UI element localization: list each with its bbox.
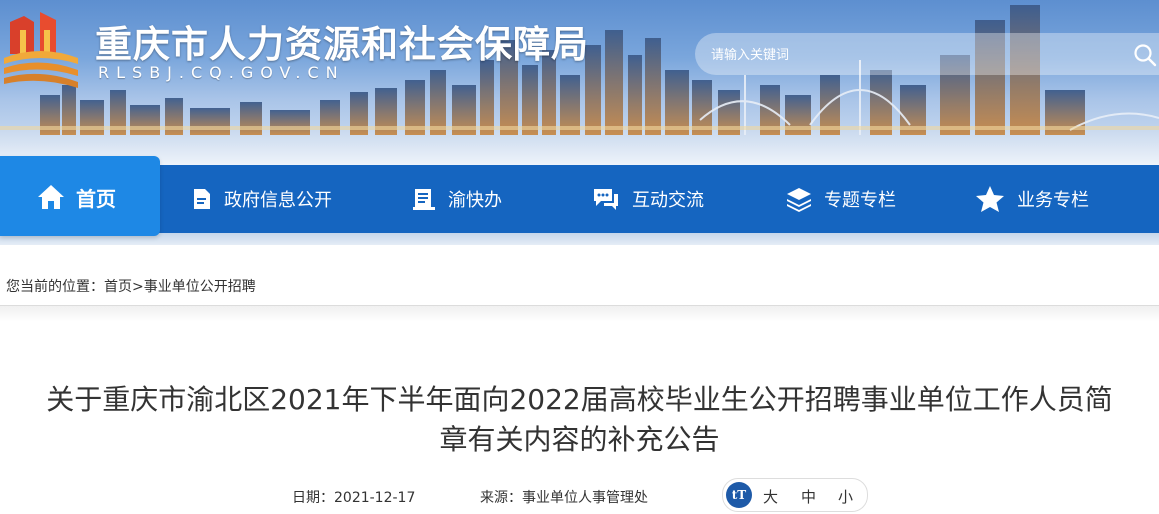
clipboard-icon xyxy=(413,189,435,210)
home-icon xyxy=(38,185,64,209)
site-domain: RLSBJ.CQ.GOV.CN xyxy=(98,63,345,82)
search-box xyxy=(695,33,1159,77)
font-size-small-button[interactable]: 小 xyxy=(838,486,853,507)
nav-bottom-strip xyxy=(0,233,1159,245)
breadcrumb: 您当前的位置：首页>事业单位公开招聘 xyxy=(6,276,256,296)
nav-label-special-topics: 专题专栏 xyxy=(824,190,896,211)
document-icon xyxy=(194,189,210,209)
article-source: 来源：事业单位人事管理处 xyxy=(480,490,648,506)
nav-item-business[interactable]: 业务专栏 xyxy=(975,165,1089,233)
nav-label-home: 首页 xyxy=(76,186,116,211)
font-size-control: tT 大 中 小 xyxy=(722,478,868,512)
star-icon xyxy=(976,186,1004,212)
nav-label-interaction: 互动交流 xyxy=(632,190,704,211)
nav-item-interaction[interactable]: 互动交流 xyxy=(592,165,704,233)
nav-label-gov-info: 政府信息公开 xyxy=(224,190,332,211)
search-input[interactable] xyxy=(709,33,1113,77)
site-title[interactable]: 重庆市人力资源和社会保障局 xyxy=(95,14,589,68)
nav-item-yukuaiban[interactable]: 渝快办 xyxy=(412,165,502,233)
article-date: 日期：2021-12-17 xyxy=(292,490,416,506)
nav-item-special-topics[interactable]: 专题专栏 xyxy=(786,165,896,233)
breadcrumb-current-link[interactable]: 事业单位公开招聘 xyxy=(144,279,256,295)
layers-icon xyxy=(787,188,811,212)
font-size-medium-button[interactable]: 中 xyxy=(801,486,816,507)
article-title-line-2: 章有关内容的补充公告 xyxy=(439,423,720,456)
font-size-icon: tT xyxy=(726,482,752,508)
nav-label-business: 业务专栏 xyxy=(1017,190,1089,211)
header-banner: 重庆市人力资源和社会保障局 RLSBJ.CQ.GOV.CN xyxy=(0,0,1159,165)
article-title-line-1: 关于重庆市渝北区2021年下半年面向2022届高校毕业生公开招聘事业单位工作人员… xyxy=(46,383,1113,416)
breadcrumb-prefix: 您当前的位置： xyxy=(6,279,104,295)
nav-label-yukuaiban: 渝快办 xyxy=(448,190,502,211)
breadcrumb-home-link[interactable]: 首页 xyxy=(104,279,132,295)
breadcrumb-separator: > xyxy=(132,279,144,295)
nav-item-gov-info[interactable]: 政府信息公开 xyxy=(192,165,332,233)
font-size-large-button[interactable]: 大 xyxy=(763,486,778,507)
chat-icon xyxy=(594,189,618,210)
breadcrumb-shadow xyxy=(0,306,1159,322)
article-title: 关于重庆市渝北区2021年下半年面向2022届高校毕业生公开招聘事业单位工作人员… xyxy=(0,380,1159,460)
search-icon[interactable] xyxy=(1133,43,1157,67)
government-emblem-logo[interactable] xyxy=(0,8,80,90)
nav-home-link[interactable]: 首页 xyxy=(36,183,116,211)
